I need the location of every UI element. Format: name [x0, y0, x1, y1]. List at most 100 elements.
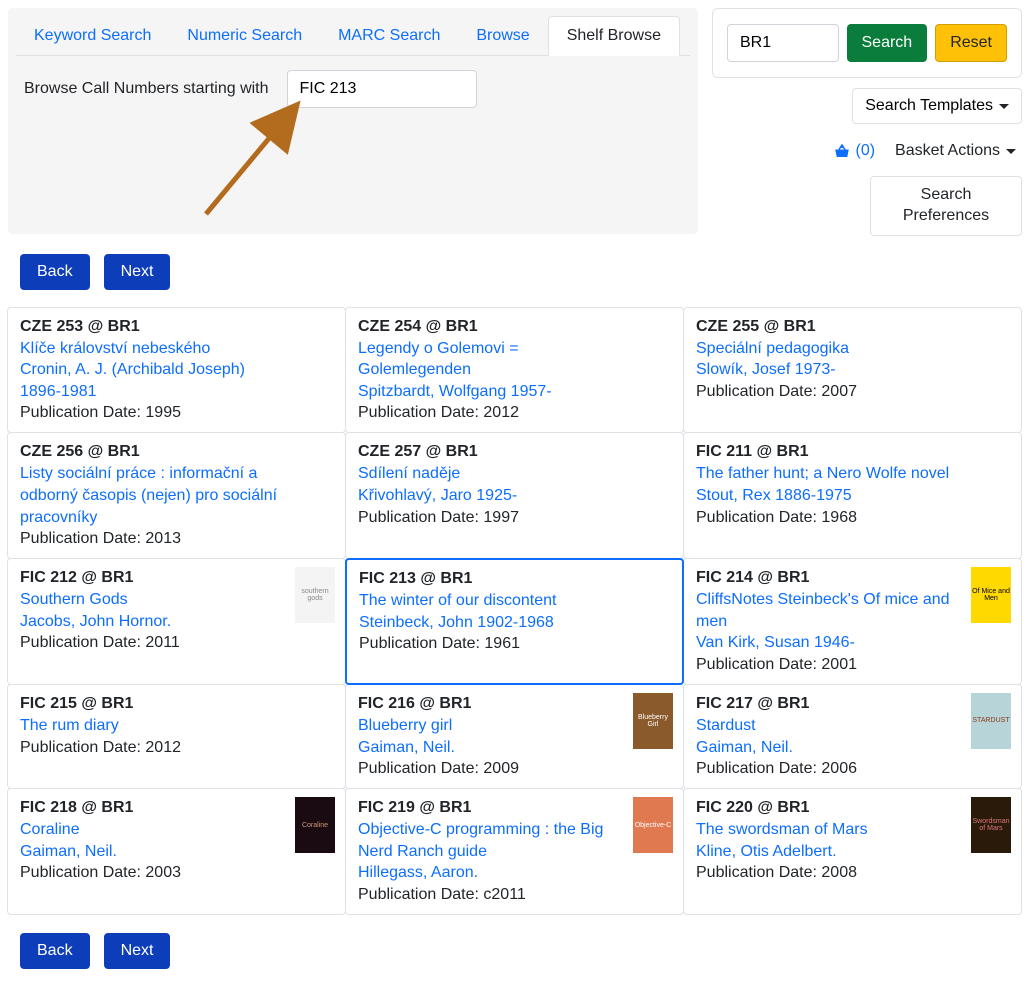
author-link[interactable]: Steinbeck, John 1902-1968 — [359, 612, 620, 634]
back-button-bottom[interactable]: Back — [20, 933, 90, 969]
publication-date: Publication Date: 1961 — [359, 635, 620, 653]
result-cell: CZE 253 @ BR1 Klíče království nebeskéhoC… — [7, 307, 346, 434]
title-link[interactable]: Blueberry girl — [358, 715, 621, 737]
back-button-top[interactable]: Back — [20, 254, 90, 290]
search-input[interactable] — [727, 24, 839, 62]
result-cell: CZE 255 @ BR1 Speciální pedagogikaSlowík,… — [683, 307, 1022, 434]
result-cell: FIC 214 @ BR1 CliffsNotes Steinbeck's Of … — [683, 558, 1022, 685]
publication-date: Publication Date: 2012 — [20, 739, 283, 757]
publication-date: Publication Date: 2009 — [358, 760, 621, 778]
tab-marc-search[interactable]: MARC Search — [320, 17, 458, 55]
call-number: FIC 218 @ BR1 — [20, 799, 283, 817]
cover-thumbnail[interactable]: Of Mice and Men — [971, 567, 1011, 623]
basket-actions-dropdown[interactable]: Basket Actions — [889, 136, 1022, 166]
author-link[interactable]: Slowík, Josef 1973- — [696, 359, 959, 381]
cover-thumbnail[interactable]: STARDUST — [971, 693, 1011, 749]
basket-link[interactable]: (0) — [829, 136, 879, 166]
title-link[interactable]: CliffsNotes Steinbeck's Of mice and men — [696, 589, 959, 632]
caret-down-icon — [999, 104, 1009, 109]
title-link[interactable]: Coraline — [20, 819, 283, 841]
search-preferences-button[interactable]: Search Preferences — [870, 176, 1022, 236]
result-cell: CZE 257 @ BR1 Sdílení nadějeKřivohlavý, J… — [345, 432, 684, 559]
author-link[interactable]: Cronin, A. J. (Archibald Joseph) 1896-19… — [20, 359, 283, 402]
reset-button[interactable]: Reset — [935, 24, 1007, 62]
publication-date: Publication Date: 2001 — [696, 656, 959, 674]
results-grid: CZE 253 @ BR1Klíče království nebeskéhoC… — [8, 308, 1022, 915]
tab-keyword-search[interactable]: Keyword Search — [16, 17, 169, 55]
author-link[interactable]: Stout, Rex 1886-1975 — [696, 485, 959, 507]
publication-date: Publication Date: 2011 — [20, 634, 283, 652]
title-link[interactable]: Stardust — [696, 715, 959, 737]
search-panel: Search Reset Search Templates (0) — [712, 8, 1022, 236]
basket-actions-label: Basket Actions — [895, 142, 1000, 160]
call-number: FIC 212 @ BR1 — [20, 569, 283, 587]
publication-date: Publication Date: 2007 — [696, 383, 959, 401]
author-link[interactable]: Hillegass, Aaron. — [358, 862, 621, 884]
call-number: CZE 255 @ BR1 — [696, 318, 959, 336]
call-number: CZE 256 @ BR1 — [20, 443, 283, 461]
next-button-bottom[interactable]: Next — [104, 933, 171, 969]
call-number: FIC 214 @ BR1 — [696, 569, 959, 587]
basket-icon — [833, 143, 851, 159]
search-tabs-panel: Keyword Search Numeric Search MARC Searc… — [8, 8, 698, 234]
tab-numeric-search[interactable]: Numeric Search — [169, 17, 320, 55]
publication-date: Publication Date: 1968 — [696, 509, 959, 527]
result-cell: FIC 213 @ BR1The winter of our disconten… — [345, 558, 684, 685]
author-link[interactable]: Gaiman, Neil. — [20, 841, 283, 863]
author-link[interactable]: Spitzbardt, Wolfgang 1957- — [358, 381, 621, 403]
search-templates-label: Search Templates — [865, 97, 993, 115]
cover-thumbnail[interactable]: Blueberry Girl — [633, 693, 673, 749]
cover-thumbnail[interactable]: Swordsman of Mars — [971, 797, 1011, 853]
basket-count: (0) — [855, 142, 875, 160]
title-link[interactable]: The swordsman of Mars — [696, 819, 959, 841]
call-number: CZE 253 @ BR1 — [20, 318, 283, 336]
title-link[interactable]: Klíče království nebeského — [20, 338, 283, 360]
result-cell: CZE 254 @ BR1Legendy o Golemovi = Goleml… — [345, 307, 684, 434]
call-number: FIC 220 @ BR1 — [696, 799, 959, 817]
publication-date: Publication Date: c2011 — [358, 886, 621, 904]
publication-date: Publication Date: 2006 — [696, 760, 959, 778]
title-link[interactable]: The father hunt; a Nero Wolfe novel — [696, 463, 959, 485]
caret-down-icon — [1006, 149, 1016, 154]
title-link[interactable]: Legendy o Golemovi = Golemlegenden — [358, 338, 621, 381]
call-number: FIC 216 @ BR1 — [358, 695, 621, 713]
call-number: FIC 217 @ BR1 — [696, 695, 959, 713]
annotation-arrow — [16, 114, 690, 214]
result-cell: FIC 215 @ BR1 The rum diary Publication Da… — [7, 684, 346, 789]
title-link[interactable]: The rum diary — [20, 715, 283, 737]
cover-thumbnail[interactable]: southern gods — [295, 567, 335, 623]
call-number: FIC 215 @ BR1 — [20, 695, 283, 713]
title-link[interactable]: Objective-C programming : the Big Nerd R… — [358, 819, 621, 862]
title-link[interactable]: Sdílení naděje — [358, 463, 621, 485]
publication-date: Publication Date: 2013 — [20, 530, 283, 548]
result-cell: FIC 218 @ BR1CoralineGaiman, Neil.Public… — [7, 788, 346, 915]
title-link[interactable]: The winter of our discontent — [359, 590, 620, 612]
search-button[interactable]: Search — [847, 24, 928, 62]
author-link[interactable]: Křivohlavý, Jaro 1925- — [358, 485, 621, 507]
author-link[interactable]: Van Kirk, Susan 1946- — [696, 632, 959, 654]
next-button-top[interactable]: Next — [104, 254, 171, 290]
search-templates-dropdown[interactable]: Search Templates — [852, 88, 1022, 124]
call-number: FIC 211 @ BR1 — [696, 443, 959, 461]
call-number: CZE 257 @ BR1 — [358, 443, 621, 461]
title-link[interactable]: Speciální pedagogika — [696, 338, 959, 360]
author-link[interactable]: Gaiman, Neil. — [696, 737, 959, 759]
publication-date: Publication Date: 1995 — [20, 404, 283, 422]
publication-date: Publication Date: 2003 — [20, 864, 283, 882]
tab-shelf-browse[interactable]: Shelf Browse — [548, 16, 680, 56]
result-cell: FIC 212 @ BR1 Southern GodsJacobs, John H… — [7, 558, 346, 685]
author-link[interactable]: Gaiman, Neil. — [358, 737, 621, 759]
author-link[interactable]: Kline, Otis Adelbert. — [696, 841, 959, 863]
cover-thumbnail[interactable]: Objective-C — [633, 797, 673, 853]
result-cell: CZE 256 @ BR1 Listy sociální práce : info… — [7, 432, 346, 559]
publication-date: Publication Date: 1997 — [358, 509, 621, 527]
result-cell: FIC 211 @ BR1 The father hunt; a Nero Wol… — [683, 432, 1022, 559]
title-link[interactable]: Listy sociální práce : informační a odbo… — [20, 463, 283, 528]
cover-thumbnail[interactable]: Coraline — [295, 797, 335, 853]
search-preferences-label: Search Preferences — [891, 185, 1001, 227]
author-link[interactable]: Jacobs, John Hornor. — [20, 611, 283, 633]
result-cell: FIC 217 @ BR1 StardustGaiman, Neil.Public… — [683, 684, 1022, 789]
tab-browse[interactable]: Browse — [458, 17, 547, 55]
title-link[interactable]: Southern Gods — [20, 589, 283, 611]
publication-date: Publication Date: 2008 — [696, 864, 959, 882]
